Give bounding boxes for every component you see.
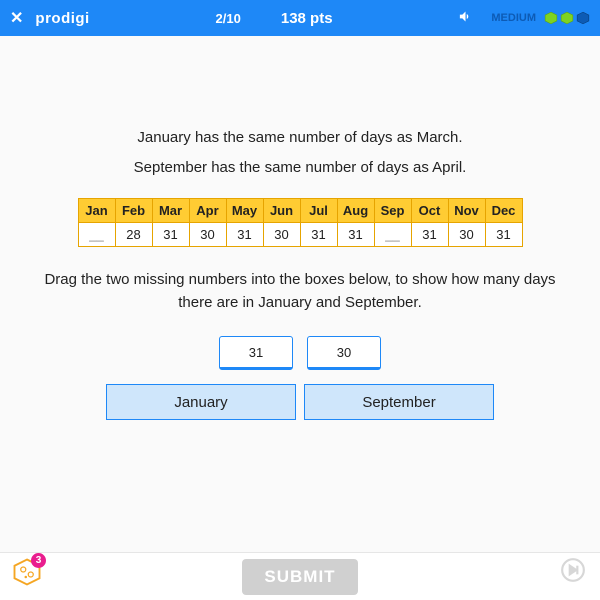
dropzone-january[interactable]: January bbox=[106, 384, 296, 420]
month-header: Oct bbox=[411, 199, 448, 223]
days-cell: 30 bbox=[448, 223, 485, 247]
top-bar: ✕ prodigi 2/10 138 pts MEDIUM bbox=[0, 0, 600, 36]
table-row: __ 28 31 30 31 30 31 31 __ 31 30 31 bbox=[78, 223, 522, 247]
month-header: May bbox=[226, 199, 263, 223]
submit-button[interactable]: SUBMIT bbox=[242, 559, 357, 595]
days-cell: 30 bbox=[189, 223, 226, 247]
month-header: Jan bbox=[78, 199, 115, 223]
month-header: Jun bbox=[263, 199, 300, 223]
months-table-wrap: Jan Feb Mar Apr May Jun Jul Aug Sep Oct … bbox=[40, 198, 560, 247]
month-header: Aug bbox=[337, 199, 374, 223]
month-header: Jul bbox=[300, 199, 337, 223]
hex-icon bbox=[560, 11, 574, 25]
days-cell: 31 bbox=[337, 223, 374, 247]
skip-icon[interactable] bbox=[560, 557, 586, 588]
draggable-row: 31 30 bbox=[40, 336, 560, 370]
statement-1: January has the same number of days as M… bbox=[40, 126, 560, 150]
logo: prodigi bbox=[35, 10, 89, 27]
month-header: Sep bbox=[374, 199, 411, 223]
days-cell: 31 bbox=[152, 223, 189, 247]
hex-icon bbox=[544, 11, 558, 25]
difficulty-label: MEDIUM bbox=[491, 12, 536, 24]
months-table: Jan Feb Mar Apr May Jun Jul Aug Sep Oct … bbox=[78, 198, 523, 247]
table-row: Jan Feb Mar Apr May Jun Jul Aug Sep Oct … bbox=[78, 199, 522, 223]
hint-count: 3 bbox=[31, 553, 46, 568]
dropzone-row: January September bbox=[40, 384, 560, 420]
month-header: Apr bbox=[189, 199, 226, 223]
days-cell: __ bbox=[374, 223, 411, 247]
question-area: January has the same number of days as M… bbox=[0, 36, 600, 420]
statement-2: September has the same number of days as… bbox=[40, 156, 560, 180]
hint-badge[interactable]: 3 bbox=[12, 557, 42, 592]
month-header: Nov bbox=[448, 199, 485, 223]
days-cell: 30 bbox=[263, 223, 300, 247]
points-display: 138 pts bbox=[281, 10, 333, 27]
hex-icon bbox=[576, 11, 590, 25]
month-header: Mar bbox=[152, 199, 189, 223]
instruction-text: Drag the two missing numbers into the bo… bbox=[40, 269, 560, 314]
month-header: Dec bbox=[485, 199, 522, 223]
hex-indicators bbox=[544, 11, 590, 25]
days-cell: 31 bbox=[226, 223, 263, 247]
progress-counter: 2/10 bbox=[216, 11, 241, 26]
footer-bar: SUBMIT bbox=[0, 552, 600, 600]
days-cell: 31 bbox=[411, 223, 448, 247]
sound-icon[interactable] bbox=[458, 9, 473, 27]
close-icon[interactable]: ✕ bbox=[10, 8, 23, 28]
days-cell: 31 bbox=[300, 223, 337, 247]
draggable-number[interactable]: 30 bbox=[307, 336, 381, 370]
days-cell: __ bbox=[78, 223, 115, 247]
draggable-number[interactable]: 31 bbox=[219, 336, 293, 370]
days-cell: 28 bbox=[115, 223, 152, 247]
dropzone-september[interactable]: September bbox=[304, 384, 494, 420]
days-cell: 31 bbox=[485, 223, 522, 247]
month-header: Feb bbox=[115, 199, 152, 223]
